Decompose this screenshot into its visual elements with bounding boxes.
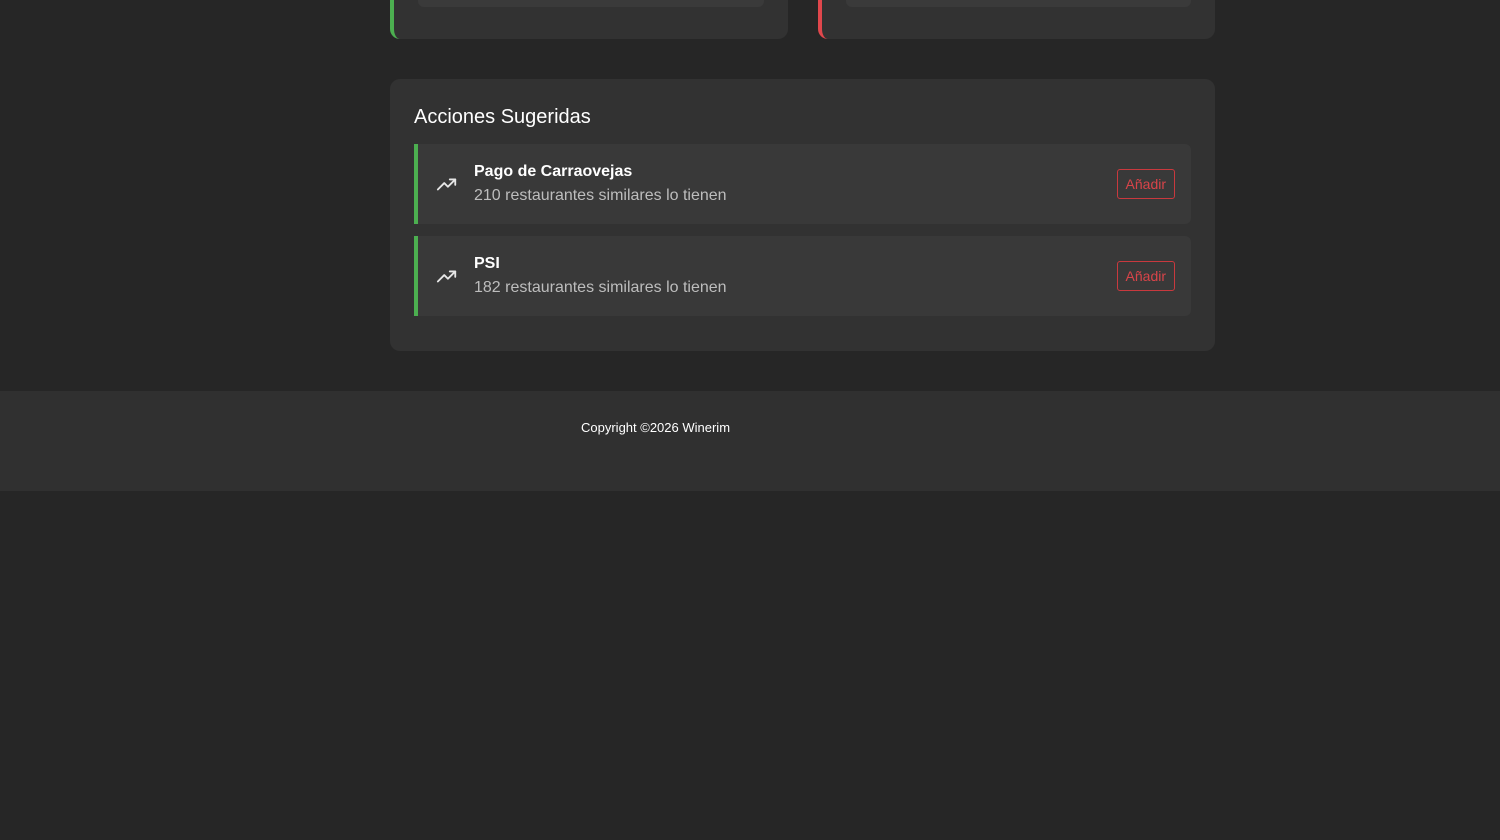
positive-card-partial [390,0,788,39]
suggested-action-item: PSI 182 restaurantes similares lo tienen… [414,236,1191,316]
card-inner-bar [418,0,764,7]
action-text: PSI 182 restaurantes similares lo tienen [474,254,1117,298]
action-description: 210 restaurantes similares lo tienen [474,187,727,204]
action-description: 182 restaurantes similares lo tienen [474,279,727,296]
add-button[interactable]: Añadir [1116,261,1175,291]
trending-up-icon [436,265,458,287]
negative-card-partial [818,0,1215,39]
action-name: Pago de Carraovejas [474,163,633,180]
suggested-actions-title: Acciones Sugeridas [414,106,591,128]
copyright-text: Copyright ©2026 Winerim [581,420,731,435]
suggested-action-item: Pago de Carraovejas 210 restaurantes sim… [414,144,1191,224]
add-button[interactable]: Añadir [1116,169,1175,199]
action-text: Pago de Carraovejas 210 restaurantes sim… [474,162,1117,206]
page: Acciones Sugeridas Pago de Carraovejas 2… [0,0,1500,840]
footer: Copyright ©2026 Winerim [0,391,1500,491]
suggested-actions-panel: Acciones Sugeridas Pago de Carraovejas 2… [390,79,1215,351]
card-inner-bar [846,0,1191,7]
action-name: PSI [474,255,500,272]
suggested-actions-list: Pago de Carraovejas 210 restaurantes sim… [414,144,1191,316]
trending-up-icon [436,173,458,195]
